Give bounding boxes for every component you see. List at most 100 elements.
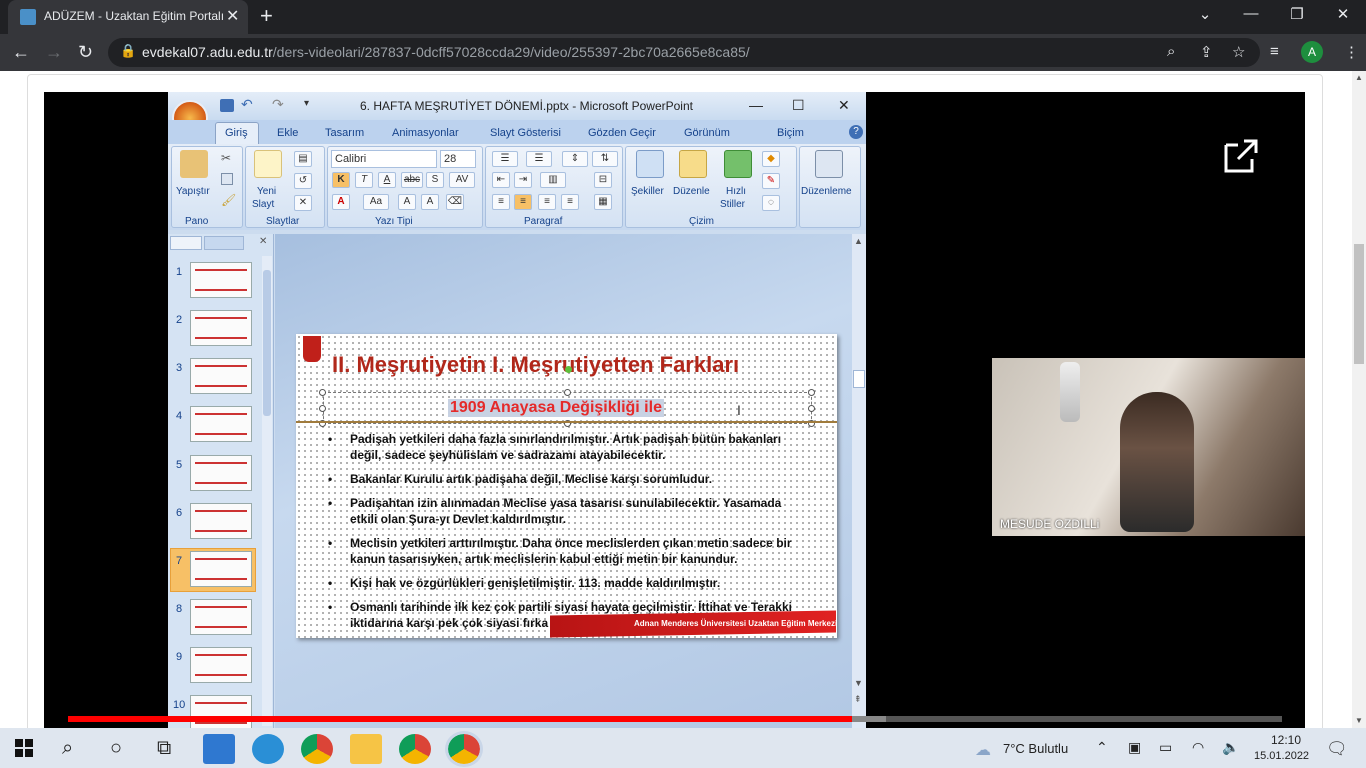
- slide-thumbnail[interactable]: [190, 695, 252, 731]
- change-case-icon[interactable]: Aa: [363, 194, 389, 210]
- copy-icon[interactable]: [221, 173, 233, 185]
- align-center-icon[interactable]: ≡: [514, 194, 532, 210]
- ribbon-tab-ekle[interactable]: Ekle: [277, 127, 298, 139]
- quick-styles-icon[interactable]: [724, 150, 752, 178]
- increase-indent-icon[interactable]: ⇥: [514, 172, 532, 188]
- resize-handle[interactable]: [319, 389, 326, 396]
- forward-arrow-icon[interactable]: →: [45, 42, 63, 63]
- popout-icon[interactable]: [1222, 137, 1260, 175]
- slide-bullet[interactable]: Padişah yetkileri daha fazla sınırlandır…: [328, 431, 798, 463]
- paste-icon[interactable]: [180, 150, 208, 178]
- shadow-icon[interactable]: S: [426, 172, 444, 188]
- text-direction-icon[interactable]: ⇅: [592, 151, 618, 167]
- quick-access-dropdown-icon[interactable]: ▾: [304, 98, 309, 109]
- align-left-icon[interactable]: ≡: [492, 194, 510, 210]
- slide-thumbnail[interactable]: [190, 310, 252, 346]
- slide-title[interactable]: II. Meşrutiyetin I. Meşrutiyetten Farkla…: [332, 352, 739, 378]
- cut-icon[interactable]: ✂: [221, 151, 231, 165]
- ribbon-tab-animasyonlar[interactable]: Animasyonlar: [392, 127, 459, 139]
- minimize-button[interactable]: —: [1228, 5, 1274, 22]
- slide-bullet[interactable]: Padişahtan izin alınmadan Meclise yasa t…: [328, 495, 798, 527]
- slide-thumbnail[interactable]: [190, 406, 252, 442]
- resize-handle[interactable]: [564, 389, 571, 396]
- profile-avatar[interactable]: A: [1301, 41, 1323, 63]
- save-icon[interactable]: [220, 99, 234, 112]
- shrink-font-icon[interactable]: A: [421, 194, 439, 210]
- slide-thumbnail[interactable]: [190, 455, 252, 491]
- panel-close-icon[interactable]: ✕: [259, 236, 267, 247]
- ppt-close-button[interactable]: ✕: [838, 97, 850, 114]
- battery-icon[interactable]: ▭: [1159, 739, 1172, 756]
- slide-bullet[interactable]: Kişi hak ve özgürlükleri genişletilmişti…: [328, 575, 798, 591]
- search-icon[interactable]: ⌕: [62, 737, 73, 760]
- edge-app-icon[interactable]: [252, 734, 284, 764]
- arrange-icon[interactable]: [679, 150, 707, 178]
- file-explorer-icon[interactable]: [350, 734, 382, 764]
- sekiller-button[interactable]: Şekiller: [631, 186, 664, 197]
- ribbon-tab-giris[interactable]: Giriş: [225, 127, 248, 139]
- url-text[interactable]: evdekal07.adu.edu.tr/ders-videolari/2878…: [142, 44, 750, 60]
- smartart-icon[interactable]: ▦: [594, 194, 612, 210]
- slide-thumbnail[interactable]: [190, 503, 252, 539]
- clock-time[interactable]: 12:10: [1266, 733, 1306, 747]
- resize-handle[interactable]: [808, 389, 815, 396]
- slide-thumbnail[interactable]: [190, 647, 252, 683]
- scroll-up-arrow-icon[interactable]: ▲: [1355, 73, 1363, 82]
- resize-handle[interactable]: [319, 405, 326, 412]
- chrome-app-icon[interactable]: [301, 734, 333, 764]
- zoom-icon[interactable]: ⌕: [1167, 43, 1175, 60]
- page-scrollbar-thumb[interactable]: [1354, 244, 1364, 364]
- font-size-select[interactable]: 28: [440, 150, 476, 168]
- editor-scroll-down-icon[interactable]: ▼: [854, 678, 863, 688]
- new-tab-button[interactable]: +: [260, 3, 273, 29]
- shape-fill-icon[interactable]: ◆: [762, 151, 780, 167]
- hizli-stiller-label-2[interactable]: Stiller: [720, 199, 745, 210]
- scroll-down-arrow-icon[interactable]: ▼: [1355, 716, 1363, 725]
- slide-thumbnail[interactable]: [190, 599, 252, 635]
- shape-outline-icon[interactable]: ✎: [762, 173, 780, 189]
- align-text-icon[interactable]: ⊟: [594, 172, 612, 188]
- slides-tab[interactable]: [170, 236, 202, 250]
- bullets-icon[interactable]: ☰: [492, 151, 518, 167]
- font-name-select[interactable]: Calibri: [331, 150, 437, 168]
- yeni-slayt-label-1[interactable]: Yeni: [257, 186, 276, 197]
- thumbnail-scrollbar-thumb[interactable]: [263, 270, 271, 416]
- shapes-icon[interactable]: [636, 150, 664, 178]
- wifi-icon[interactable]: ◠: [1192, 739, 1204, 756]
- lock-icon[interactable]: 🔒: [120, 43, 136, 59]
- tray-device-icon[interactable]: ▣: [1128, 739, 1141, 756]
- layout-icon[interactable]: ▤: [294, 151, 312, 167]
- bold-icon[interactable]: K: [332, 172, 350, 188]
- rotate-handle[interactable]: [565, 366, 572, 373]
- resize-handle[interactable]: [808, 405, 815, 412]
- duzenle-button[interactable]: Düzenle: [673, 186, 710, 197]
- slide-subtitle[interactable]: 1909 Anayasa Değişikliği ile: [448, 399, 664, 417]
- font-color-icon[interactable]: A: [332, 194, 350, 210]
- outline-tab[interactable]: [204, 236, 244, 250]
- slide-bullet[interactable]: Bakanlar Kurulu artık padişaha değil, Me…: [328, 471, 798, 487]
- strikethrough-icon[interactable]: abc: [401, 172, 423, 188]
- columns-icon[interactable]: ▥: [540, 172, 566, 188]
- editor-scroll-up-icon[interactable]: ▲: [854, 236, 863, 246]
- slide-thumbnail[interactable]: [190, 358, 252, 394]
- yeni-slayt-label-2[interactable]: Slayt: [252, 199, 274, 210]
- italic-icon[interactable]: T: [355, 172, 373, 188]
- ppt-maximize-button[interactable]: ☐: [792, 97, 805, 114]
- justify-icon[interactable]: ≡: [561, 194, 579, 210]
- slide-thumbnail[interactable]: [190, 262, 252, 298]
- slide-bullet[interactable]: Meclisin yetkileri arttırılmıştır. Daha …: [328, 535, 798, 567]
- reload-icon[interactable]: ↻: [78, 42, 93, 63]
- clear-format-icon[interactable]: ⌫: [446, 194, 464, 210]
- reset-icon[interactable]: ↺: [294, 173, 312, 189]
- ribbon-tab-tasarim[interactable]: Tasarım: [325, 127, 364, 139]
- close-window-button[interactable]: ✕: [1320, 5, 1366, 23]
- menu-dots-icon[interactable]: ⋮: [1344, 43, 1359, 61]
- numbering-icon[interactable]: ☰: [526, 151, 552, 167]
- align-right-icon[interactable]: ≡: [538, 194, 556, 210]
- char-spacing-icon[interactable]: AV: [449, 172, 475, 188]
- video-progress-played[interactable]: [68, 716, 853, 722]
- notifications-icon[interactable]: 🗨: [1326, 739, 1348, 759]
- cortana-icon[interactable]: ○: [110, 737, 122, 760]
- editor-scrollbar-thumb[interactable]: [853, 370, 865, 388]
- tab-close-icon[interactable]: ✕: [226, 6, 239, 26]
